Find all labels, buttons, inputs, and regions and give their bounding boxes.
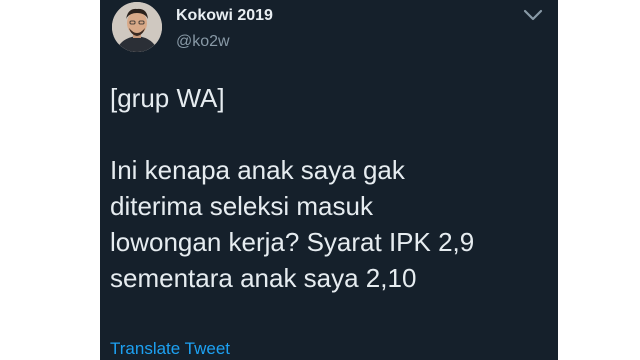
- author-handle[interactable]: @ko2w: [176, 32, 230, 52]
- tweet-card: Kokowi 2019 @ko2w [grup WA] Ini kenapa a…: [100, 0, 558, 360]
- tweet-text-line: Ini kenapa anak saya gak: [110, 155, 405, 185]
- tweet-menu-button[interactable]: [520, 4, 546, 26]
- tweet-text-line: [grup WA]: [110, 83, 225, 113]
- tweet-text: [grup WA] Ini kenapa anak saya gak diter…: [110, 80, 550, 296]
- tweet-text-line: diterima seleksi masuk: [110, 191, 373, 221]
- tweet-text-line: sementara anak saya 2,10: [110, 263, 417, 293]
- tweet-text-line: lowongan kerja? Syarat IPK 2,9: [110, 227, 475, 257]
- paragraph-break: [110, 116, 550, 152]
- author-display-name[interactable]: Kokowi 2019: [176, 6, 273, 26]
- chevron-down-icon: [523, 9, 543, 21]
- translate-tweet-link[interactable]: Translate Tweet: [110, 339, 230, 359]
- profile-photo-icon: [112, 2, 162, 52]
- avatar[interactable]: [112, 2, 162, 52]
